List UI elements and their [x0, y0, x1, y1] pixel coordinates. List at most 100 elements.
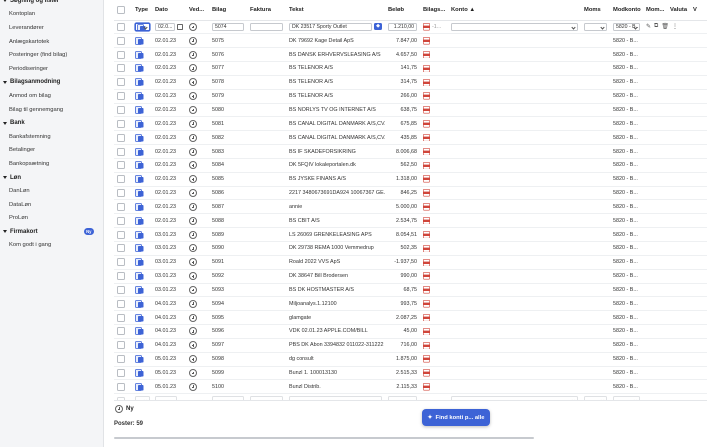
ved-cell[interactable]: [186, 130, 209, 146]
moms-cell[interactable]: [581, 130, 610, 146]
sidebar-item-8[interactable]: Bilag til gennemgang: [0, 103, 103, 117]
belob-cell[interactable]: 2.534,75: [385, 213, 420, 229]
modkonto-cell[interactable]: 5820 - B...: [610, 352, 643, 367]
faktura-cell[interactable]: [247, 366, 286, 381]
tekst-cell[interactable]: annie: [286, 199, 385, 215]
konto-cell[interactable]: [448, 144, 581, 159]
moms-cell[interactable]: [581, 213, 610, 229]
konto-cell[interactable]: [448, 33, 581, 49]
dato-cell[interactable]: 02.01.23: [152, 47, 186, 63]
sidebar-item-3[interactable]: Anlægskartotek: [0, 35, 103, 49]
konto-cell[interactable]: [448, 130, 581, 146]
ved-cell[interactable]: [186, 47, 209, 63]
konto-cell[interactable]: [448, 324, 581, 339]
tekst-cell[interactable]: DK 79692 Kage Detail ApS: [286, 33, 385, 49]
bilags-cell[interactable]: [420, 283, 448, 298]
dato-cell[interactable]: 02.01.23: [152, 116, 186, 132]
belob-cell[interactable]: 7.847,00: [385, 33, 420, 49]
row-select-cell[interactable]: [114, 227, 132, 242]
dato-input[interactable]: 02.0...: [155, 22, 176, 32]
row-select-cell[interactable]: [114, 158, 132, 173]
belob-cell[interactable]: 993,75: [385, 296, 420, 312]
row-checkbox[interactable]: [117, 189, 125, 198]
faktura-cell[interactable]: [247, 324, 286, 339]
row-select-cell[interactable]: [114, 199, 132, 215]
faktura-cell[interactable]: [247, 186, 286, 201]
belob-cell[interactable]: 2.515,33: [385, 366, 420, 381]
belob-cell[interactable]: 990,00: [385, 269, 420, 284]
pdf-icon[interactable]: [423, 369, 430, 377]
row-checkbox[interactable]: [117, 78, 125, 87]
row-checkbox[interactable]: [117, 369, 125, 378]
copy-icon[interactable]: ⧉: [654, 23, 658, 30]
tekst-cell[interactable]: LS 26069 GRENKELEASING APS: [286, 227, 385, 242]
konto-cell[interactable]: [448, 186, 581, 201]
faktura-cell[interactable]: [247, 241, 286, 256]
row-checkbox[interactable]: [117, 258, 125, 267]
modkonto-cell[interactable]: 5820 - B...: [610, 116, 643, 132]
ved-cell[interactable]: [186, 172, 209, 187]
belob-cell[interactable]: 502,35: [385, 241, 420, 256]
table-row[interactable]: 02.01.23 5083 BS IF SKADEFORSIKRING 8.006,6…: [114, 144, 707, 159]
tekst-cell[interactable]: BS NORLYS TV OG INTERNET A/S: [286, 103, 385, 118]
belob-cell[interactable]: 4.657,50: [385, 47, 420, 63]
ved-cell[interactable]: [186, 352, 209, 367]
tekst-cell[interactable]: 2217 3480673691DA924 10067367 GE...: [286, 186, 385, 201]
konto-cell[interactable]: [448, 20, 581, 35]
table-row[interactable]: 02.01.23 5081 BS CANAL DIGITAL DANMARK A/S…: [114, 116, 707, 132]
table-row[interactable]: 05.01.23 5098 dg consult 1.875,00 5820 - B..…: [114, 352, 707, 367]
row-select-cell[interactable]: [114, 116, 132, 132]
dato-cell[interactable]: 02.01.23: [152, 199, 186, 215]
bilag-cell[interactable]: 5086: [209, 186, 247, 201]
row-select-cell[interactable]: [114, 103, 132, 118]
row-select-cell[interactable]: [114, 130, 132, 146]
bilags-cell[interactable]: [420, 310, 448, 326]
tekst-cell[interactable]: DK 23517 Sporty Outlet ◆: [286, 20, 385, 35]
modkonto-cell[interactable]: 5820 - B...: [610, 130, 643, 146]
ved-cell[interactable]: [186, 379, 209, 395]
bilag-cell[interactable]: 5089: [209, 227, 247, 242]
add-attachment-icon[interactable]: [189, 341, 197, 350]
table-row[interactable]: 02.01.23 5079 BS TELENOR A/S 266,00 5820 - B…: [114, 89, 707, 104]
sidebar-section-0[interactable]: Søgning og lister: [0, 0, 103, 8]
sidebar-section-17[interactable]: Firmakort Ny: [0, 225, 103, 239]
belob-cell[interactable]: 314,75: [385, 75, 420, 90]
row-select-cell[interactable]: [114, 352, 132, 367]
bilags-cell[interactable]: [420, 130, 448, 146]
bilags-cell[interactable]: [420, 186, 448, 201]
bilag-cell[interactable]: 5076: [209, 47, 247, 63]
modkonto-cell[interactable]: 5820 - B...: [610, 213, 643, 229]
tekst-cell[interactable]: BS TELENOR A/S: [286, 75, 385, 90]
bilag-cell[interactable]: 5081: [209, 116, 247, 132]
belob-cell[interactable]: 8.006,68: [385, 144, 420, 159]
faktura-cell[interactable]: [247, 283, 286, 298]
table-row[interactable]: 03.01.23 5091 Roald 2022 VVS ApS -1.937,50 5…: [114, 255, 707, 270]
row-checkbox[interactable]: [117, 244, 125, 253]
tekst-cell[interactable]: BS IF SKADEFORSIKRING: [286, 144, 385, 159]
add-attachment-icon[interactable]: [189, 92, 197, 101]
faktura-cell[interactable]: [247, 47, 286, 63]
pdf-icon[interactable]: [423, 313, 430, 322]
table-row[interactable]: 02.01.23 5084 DK 5FQIV lokaleportalen.dk 56…: [114, 158, 707, 173]
belob-cell[interactable]: 141,75: [385, 61, 420, 76]
belob-cell[interactable]: -1.937,50: [385, 255, 420, 270]
konto-cell[interactable]: [448, 255, 581, 270]
table-row[interactable]: 03.01.23 5089 LS 26069 GRENKELEASING APS 8.…: [114, 227, 707, 242]
bilag-cell[interactable]: 5074: [209, 20, 247, 35]
table-row[interactable]: 02.01.23 5076 BS DANSK ERHVERVSLEASING A/S…: [114, 47, 707, 63]
modkonto-cell[interactable]: 5820 - B...: [610, 33, 643, 49]
ved-cell[interactable]: [186, 227, 209, 242]
tekst-cell[interactable]: BS DANSK ERHVERVSLEASING A/S: [286, 47, 385, 63]
bilag-cell[interactable]: 5095: [209, 310, 247, 326]
faktura-cell[interactable]: [247, 61, 286, 76]
bilags-cell[interactable]: [420, 213, 448, 229]
horizontal-scrollbar[interactable]: [114, 437, 534, 440]
belob-cell[interactable]: 846,25: [385, 186, 420, 201]
konto-cell[interactable]: [448, 241, 581, 256]
faktura-cell[interactable]: [247, 296, 286, 312]
ved-cell[interactable]: [186, 213, 209, 229]
col-belob[interactable]: Beløb: [385, 0, 420, 21]
konto-cell[interactable]: [448, 103, 581, 118]
add-attachment-icon[interactable]: [189, 175, 197, 184]
faktura-input[interactable]: [250, 22, 283, 32]
